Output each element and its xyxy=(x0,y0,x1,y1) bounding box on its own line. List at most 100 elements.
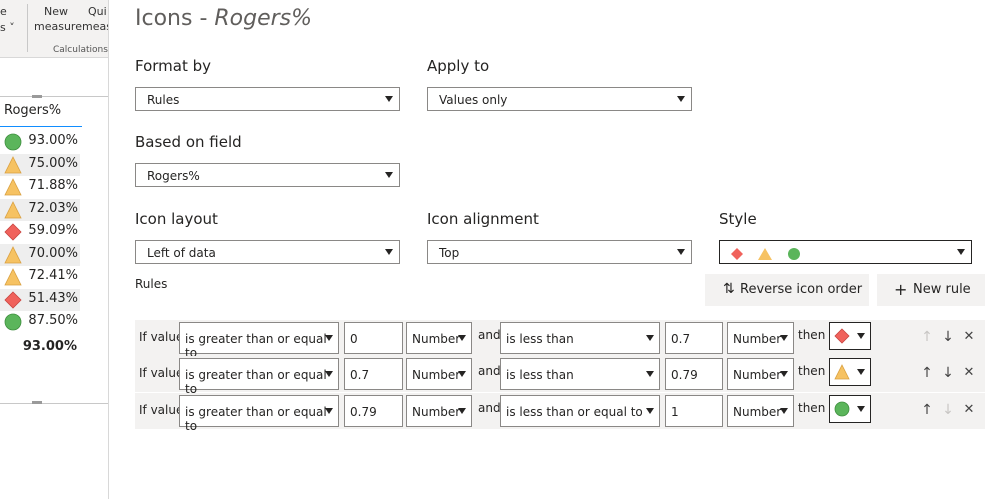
delete-rule-icon[interactable]: ✕ xyxy=(961,402,977,417)
value1-input[interactable]: 0.7 xyxy=(344,358,403,390)
type1-dropdown[interactable]: Number xyxy=(406,322,472,354)
value2-text: 0.7 xyxy=(671,332,691,346)
kpi-icon xyxy=(4,268,22,286)
table-row[interactable]: 87.50% xyxy=(0,311,80,333)
yellow-triangle-icon xyxy=(758,248,772,260)
style-dropdown[interactable] xyxy=(719,240,972,264)
icon-picker-dropdown[interactable] xyxy=(829,395,871,423)
table-total: 93.00% xyxy=(22,339,77,354)
green-circle-icon xyxy=(4,313,22,331)
move-down-icon[interactable]: ↓ xyxy=(940,329,956,345)
value2-input[interactable]: 0.79 xyxy=(665,358,723,390)
delete-rule-icon[interactable]: ✕ xyxy=(961,329,977,344)
header-underline xyxy=(0,126,82,127)
new-measure-button[interactable]: New measure xyxy=(32,5,84,37)
move-up-icon[interactable]: ↑ xyxy=(919,402,935,418)
operator1-value: is greater than or equal to xyxy=(185,368,327,396)
kpi-icon xyxy=(4,178,22,196)
resize-handle-top[interactable] xyxy=(32,95,42,98)
rule-row: If value is greater than or equal to 0 N… xyxy=(135,320,985,360)
value1-input[interactable]: 0 xyxy=(344,322,403,354)
type1-dropdown[interactable]: Number xyxy=(406,358,472,390)
apply-to-label: Apply to xyxy=(427,57,490,75)
dialog-title-prefix: Icons - xyxy=(135,6,215,31)
type2-value: Number xyxy=(733,405,782,419)
table-row[interactable]: 51.43% xyxy=(0,288,80,311)
yellow-triangle-icon xyxy=(4,178,22,196)
red-diamond-icon xyxy=(4,290,22,309)
cell-value: 72.03% xyxy=(28,200,78,216)
cell-value: 87.50% xyxy=(28,313,78,328)
kpi-icon xyxy=(4,133,22,151)
table-row[interactable]: 71.88% xyxy=(0,176,80,198)
cell-value: 70.00% xyxy=(28,245,78,261)
table-row[interactable]: 75.00% xyxy=(0,153,80,176)
table-column-header[interactable]: Rogers% xyxy=(4,103,61,118)
format-by-dropdown[interactable]: Rules xyxy=(135,87,400,111)
ribbon-partial-dropdown[interactable]: s ˅ xyxy=(0,21,15,35)
operator2-dropdown[interactable]: is less than xyxy=(500,322,660,354)
icon-layout-label: Icon layout xyxy=(135,210,218,228)
ribbon-partial-label: e xyxy=(0,5,7,18)
delete-rule-icon[interactable]: ✕ xyxy=(961,365,977,380)
table-row[interactable]: 93.00% xyxy=(0,131,80,153)
move-down-icon[interactable]: ↓ xyxy=(940,365,956,381)
yellow-triangle-icon xyxy=(4,245,22,263)
icon-layout-dropdown[interactable]: Left of data xyxy=(135,240,400,264)
type2-dropdown[interactable]: Number xyxy=(727,358,794,390)
type2-dropdown[interactable]: Number xyxy=(727,395,794,427)
operator1-dropdown[interactable]: is greater than or equal to xyxy=(179,322,339,360)
quick-measure-line1: Qui xyxy=(88,5,107,18)
icon-alignment-dropdown[interactable]: Top xyxy=(427,240,692,264)
new-rule-label: New rule xyxy=(913,282,971,297)
chevron-down-icon xyxy=(957,249,965,255)
icon-picker-dropdown[interactable] xyxy=(829,358,871,386)
table-row[interactable]: 70.00% xyxy=(0,243,80,266)
kpi-icon xyxy=(4,223,22,241)
chevron-down-icon xyxy=(385,96,393,102)
table-row[interactable]: 72.03% xyxy=(0,198,80,221)
type1-dropdown[interactable]: Number xyxy=(406,395,472,427)
based-on-field-dropdown[interactable]: Rogers% xyxy=(135,163,400,187)
style-icon-set xyxy=(731,248,800,260)
value2-text: 0.79 xyxy=(671,368,698,382)
green-circle-icon xyxy=(4,133,22,151)
quick-measure-button[interactable]: Qui meas xyxy=(82,5,108,37)
type1-value: Number xyxy=(412,368,461,382)
new-rule-button[interactable]: + New rule xyxy=(877,274,985,306)
type1-value: Number xyxy=(412,332,461,346)
move-up-icon[interactable]: ↑ xyxy=(919,365,935,381)
move-up-icon[interactable]: ↑ xyxy=(919,329,935,345)
if-value-label: If value xyxy=(139,403,184,417)
resize-handle-bottom[interactable] xyxy=(32,401,42,404)
rules-label: Rules xyxy=(135,277,168,291)
chevron-down-icon xyxy=(385,249,393,255)
based-on-field-label: Based on field xyxy=(135,133,242,151)
chevron-down-icon xyxy=(458,371,466,377)
operator1-value: is greater than or equal to xyxy=(185,405,327,433)
report-canvas-pane: e s ˅ New measure Qui meas Calculations … xyxy=(0,0,109,499)
value1-input[interactable]: 0.79 xyxy=(344,395,403,427)
chevron-down-icon xyxy=(857,406,865,412)
table-row[interactable]: 59.09% xyxy=(0,221,80,243)
value2-input[interactable]: 1 xyxy=(665,395,723,427)
operator2-dropdown[interactable]: is less than or equal to xyxy=(500,395,660,427)
operator1-dropdown[interactable]: is greater than or equal to xyxy=(179,358,339,396)
reverse-icon-order-button[interactable]: ⇅ Reverse icon order xyxy=(705,274,869,306)
chevron-down-icon xyxy=(325,371,333,377)
icon-alignment-label: Icon alignment xyxy=(427,210,539,228)
value2-input[interactable]: 0.7 xyxy=(665,322,723,354)
chevron-down-icon xyxy=(780,371,788,377)
chevron-down-icon xyxy=(677,96,685,102)
dialog-title-field: Rogers% xyxy=(214,6,313,31)
move-down-icon[interactable]: ↓ xyxy=(940,402,956,418)
chevron-down-icon xyxy=(385,172,393,178)
apply-to-dropdown[interactable]: Values only xyxy=(427,87,692,111)
table-row[interactable]: 72.41% xyxy=(0,266,80,288)
operator1-dropdown[interactable]: is greater than or equal to xyxy=(179,395,339,433)
type2-dropdown[interactable]: Number xyxy=(727,322,794,354)
icon-picker-dropdown[interactable] xyxy=(829,322,871,350)
new-measure-line2: measure xyxy=(34,20,82,33)
operator2-dropdown[interactable]: is less than xyxy=(500,358,660,390)
value2-text: 1 xyxy=(671,405,679,419)
